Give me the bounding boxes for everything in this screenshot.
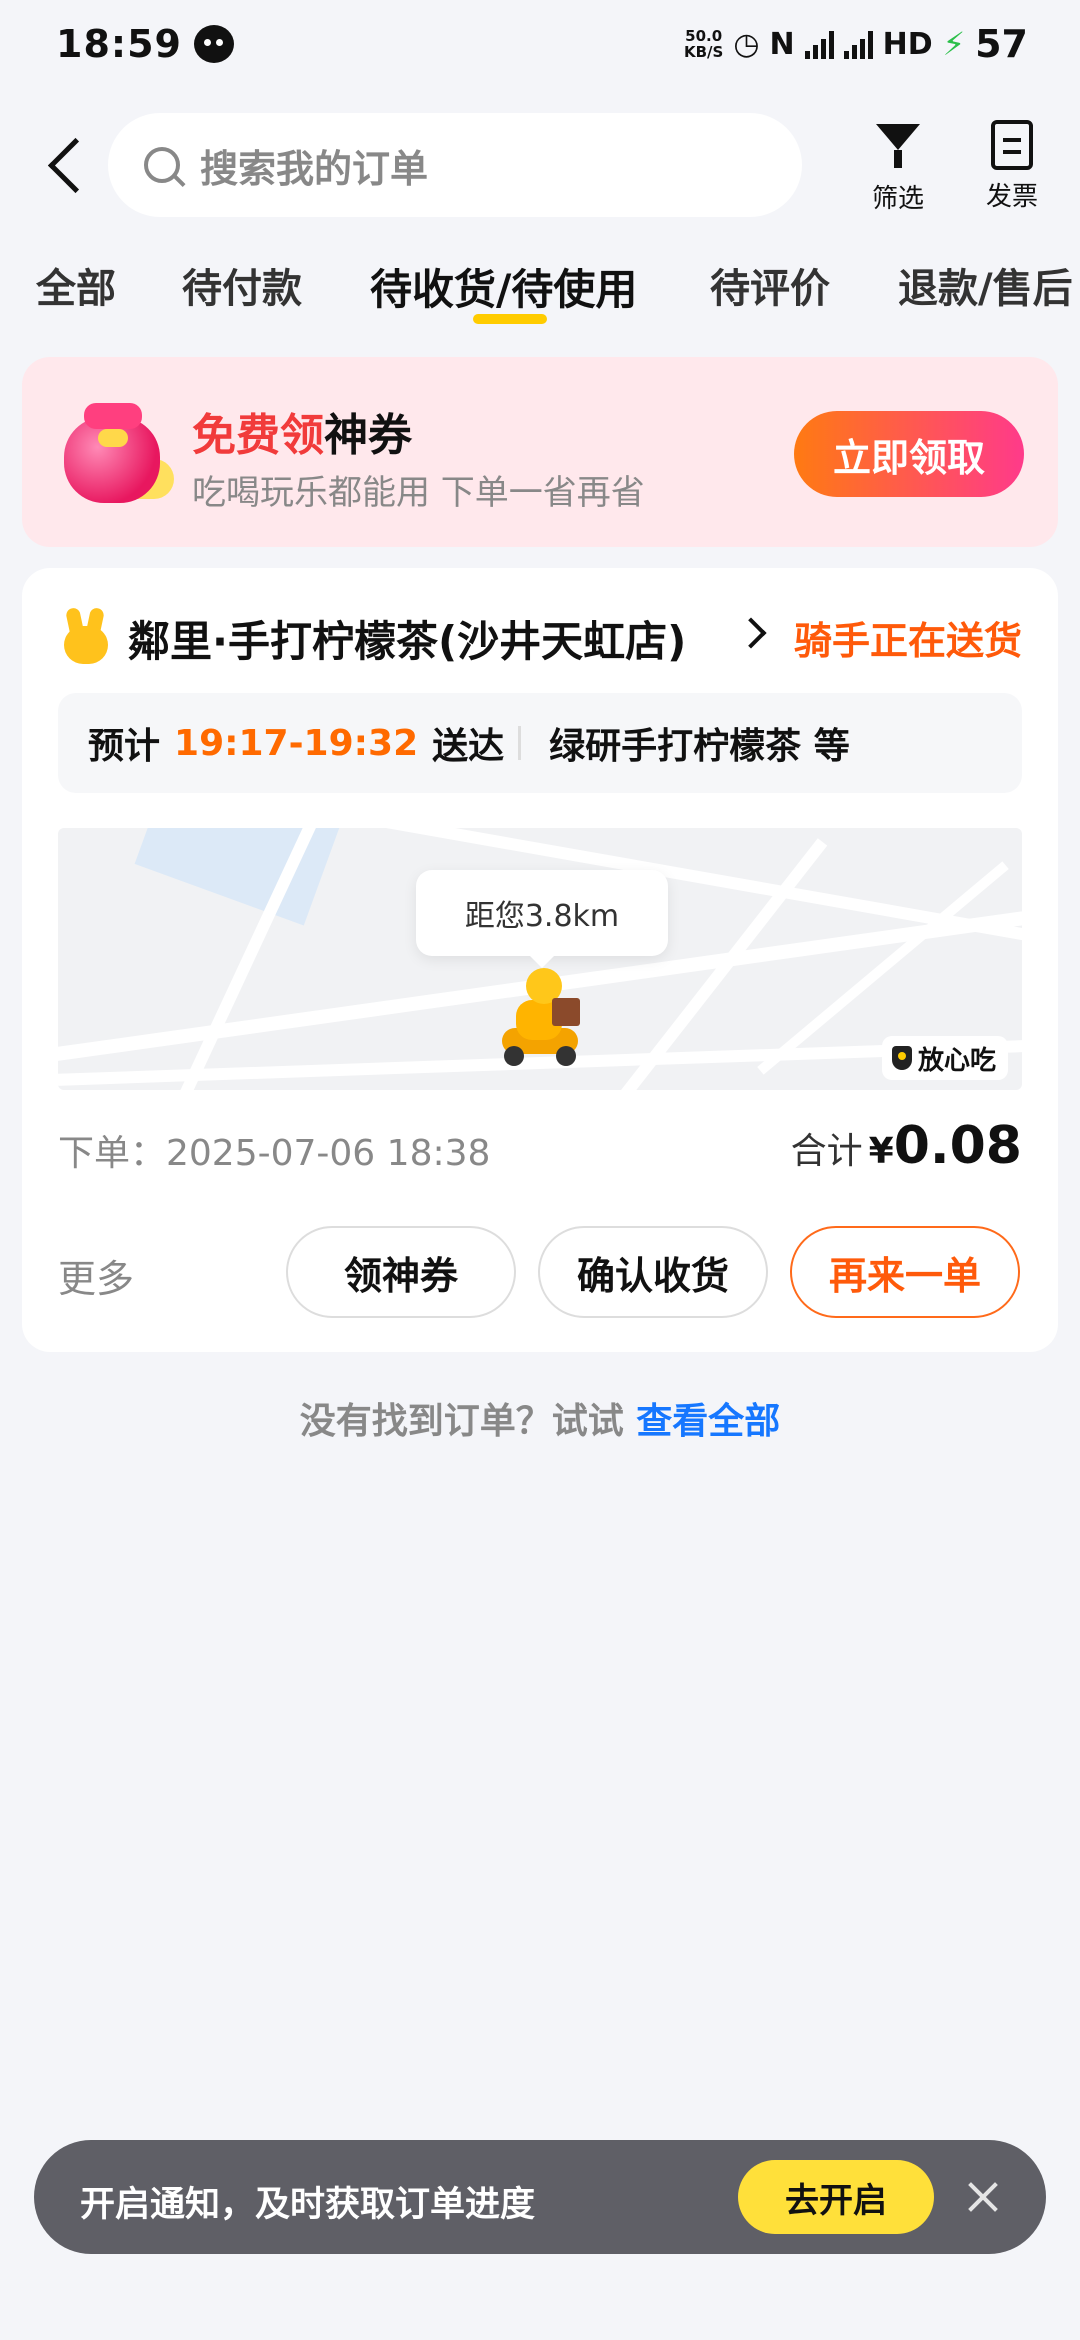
filter-button[interactable]: 筛选: [858, 120, 938, 215]
delivery-eta: 预计 19:17-19:32 送达 绿研手打柠檬茶 等: [58, 693, 1022, 793]
status-icons: 50.0 KB/S ◷ Ν HD ⚡ 57: [684, 22, 1028, 66]
more-button[interactable]: 更多: [58, 1248, 134, 1303]
safe-eat-label: 放心吃: [917, 1045, 996, 1076]
eta-prefix: 预计: [88, 726, 161, 767]
order-items: 绿研手打柠檬茶 等: [549, 726, 850, 767]
not-found-text: 没有找到订单？试试: [299, 1401, 624, 1442]
total-label: 合计: [790, 1131, 863, 1172]
coupon-promo-banner[interactable]: 免费领神券 吃喝玩乐都能用 下单一省再省 立即领取: [22, 357, 1058, 547]
active-tab-indicator: [473, 314, 547, 324]
enable-notification-button[interactable]: 去开启: [738, 2160, 934, 2234]
delivery-map[interactable]: 距您3.8km 放心吃: [58, 828, 1022, 1090]
signal-4g-icon: [804, 29, 834, 59]
total-amount: 0.08: [893, 1116, 1022, 1176]
header: 搜索我的订单 筛选 发票: [0, 110, 1080, 220]
promo-title: 免费领神券: [192, 399, 412, 463]
currency-symbol: ¥: [868, 1131, 894, 1172]
eta-time: 19:17-19:32: [174, 722, 419, 764]
filter-label: 筛选: [871, 184, 924, 214]
gift-bag-icon: [58, 397, 174, 507]
eta-suffix: 送达: [432, 726, 505, 767]
reorder-button[interactable]: 再来一单: [790, 1226, 1020, 1318]
invoice-button[interactable]: 发票: [972, 120, 1052, 213]
alarm-icon: ◷: [733, 26, 760, 62]
invoice-label: 发票: [985, 182, 1038, 212]
promo-subtitle: 吃喝玩乐都能用 下单一省再省: [192, 473, 645, 513]
tab-all[interactable]: 全部: [36, 256, 116, 314]
status-bar: 18:59 50.0 KB/S ◷ Ν HD ⚡ 57: [0, 0, 1080, 95]
get-coupon-button[interactable]: 领神券: [286, 1226, 516, 1318]
tab-refund[interactable]: 退款/售后: [898, 256, 1073, 314]
promo-title-rest: 神券: [324, 410, 412, 461]
distance-bubble: 距您3.8km: [416, 870, 668, 968]
tab-pending-receipt[interactable]: 待收货/待使用: [370, 256, 637, 317]
promo-title-highlight: 免费领: [192, 410, 324, 461]
hd-label: HD: [882, 26, 933, 62]
battery-level: 57: [975, 22, 1028, 66]
search-icon: [144, 147, 180, 183]
notification-text: 开启通知，及时获取订单进度: [80, 2185, 536, 2225]
chat-icon: [194, 25, 234, 63]
search-input[interactable]: 搜索我的订单: [108, 113, 802, 217]
order-status: 骑手正在送货: [793, 619, 1022, 663]
order-total: 合计 ¥0.08: [791, 1116, 1022, 1176]
confirm-receipt-button[interactable]: 确认收货: [538, 1226, 768, 1318]
view-all-link[interactable]: 查看全部: [636, 1401, 780, 1442]
order-card[interactable]: 鄰里·手打柠檬茶(沙井天虹店) 骑手正在送货 预计 19:17-19:32 送达…: [22, 568, 1058, 1352]
back-button[interactable]: [48, 138, 88, 188]
notification-prompt: 开启通知，及时获取订单进度 去开启: [34, 2140, 1046, 2254]
search-placeholder: 搜索我的订单: [200, 146, 429, 191]
status-time: 18:59: [56, 22, 182, 66]
net-speed-value: 50.0: [685, 27, 723, 45]
charging-icon: ⚡: [942, 25, 966, 63]
order-not-found-hint: 没有找到订单？试试 查看全部: [0, 1392, 1080, 1444]
safe-eat-badge: 放心吃: [881, 1036, 1008, 1080]
shop-name[interactable]: 鄰里·手打柠檬茶(沙井天虹店): [128, 608, 728, 669]
filter-icon: [876, 124, 920, 150]
divider: [518, 726, 522, 760]
claim-coupon-button[interactable]: 立即领取: [794, 411, 1024, 497]
net-speed: 50.0 KB/S: [684, 28, 723, 60]
order-time: 下单：2025-07-06 18:38: [58, 1133, 491, 1174]
invoice-icon: [991, 120, 1033, 170]
close-icon[interactable]: [964, 2178, 1002, 2216]
tab-pending-payment[interactable]: 待付款: [182, 256, 302, 314]
nfc-icon: Ν: [769, 26, 795, 62]
tab-pending-review[interactable]: 待评价: [710, 256, 830, 314]
order-tabs: 全部 待付款 待收货/待使用 待评价 退款/售后: [0, 250, 1080, 330]
shop-logo-icon: [62, 606, 110, 664]
signal-4g-icon: [843, 29, 873, 59]
net-speed-unit: KB/S: [683, 43, 724, 61]
shield-icon: [891, 1046, 912, 1070]
chevron-right-icon[interactable]: [735, 617, 767, 649]
rider-scooter-icon: [502, 968, 586, 1068]
